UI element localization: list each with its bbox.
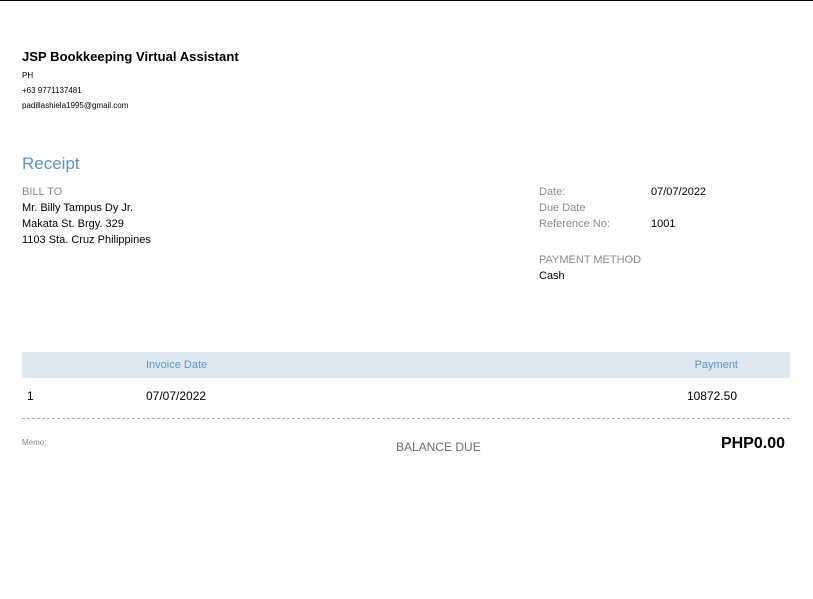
company-email: padillashiela1995@gmail.com (22, 101, 129, 110)
date-label: Date: (539, 186, 566, 198)
reference-value: 1001 (651, 218, 676, 230)
dashed-divider (22, 418, 790, 419)
column-header-payment: Payment (694, 359, 738, 371)
table-header: Invoice Date Payment (22, 352, 790, 378)
reference-label: Reference No: (539, 218, 610, 230)
row-payment-cell: 10872.50 (686, 389, 737, 403)
memo-label: Memo: (22, 438, 47, 447)
payment-method-value: Cash (539, 270, 565, 282)
bill-to-street: Makata St. Brgy. 329 (22, 218, 124, 230)
document-title: Receipt (22, 154, 80, 173)
bill-to-label: BILL TO (22, 186, 63, 198)
bill-to-city: 1103 Sta. Cruz Philippines (22, 234, 151, 246)
date-value: 07/07/2022 (651, 186, 707, 198)
balance-due-label: BALANCE DUE (396, 440, 481, 454)
receipt-page: { "company": { "name": "JSP Bookkeeping … (0, 0, 813, 599)
row-number-cell: 1 (27, 389, 34, 403)
row-invoice-date-cell: 07/07/2022 (146, 389, 207, 403)
due-date-label: Due Date (539, 202, 586, 214)
payment-method-label: PAYMENT METHOD (539, 254, 642, 266)
column-header-invoice-date: Invoice Date (146, 359, 208, 371)
bill-to-name: Mr. Billy Tampus Dy Jr. (22, 202, 134, 214)
top-border (0, 0, 813, 1)
company-phone: +63 9771137481 (22, 86, 82, 95)
company-country: PH (22, 71, 34, 80)
company-name: JSP Bookkeeping Virtual Assistant (22, 49, 239, 64)
balance-due-value: PHP0.00 (720, 435, 785, 452)
